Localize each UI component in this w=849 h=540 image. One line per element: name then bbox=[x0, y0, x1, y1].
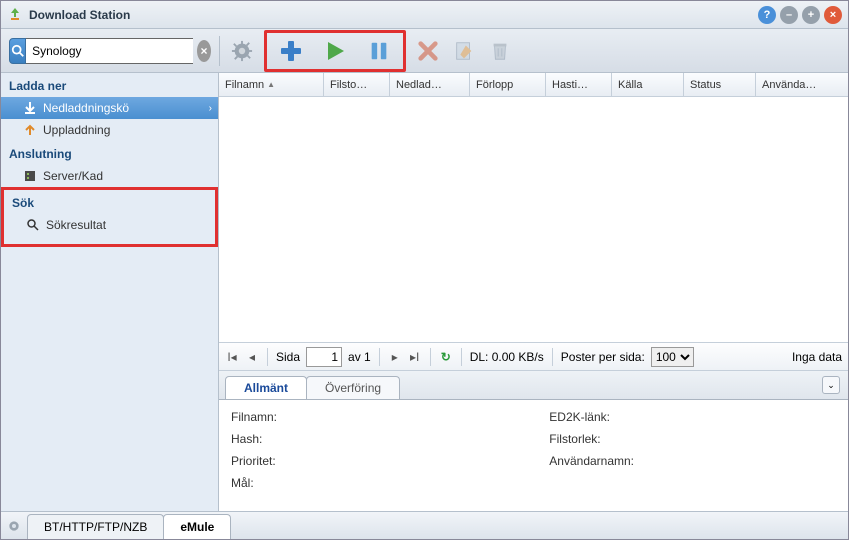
minimize-button[interactable]: – bbox=[780, 6, 798, 24]
pager: I◂ ◂ Sida av 1 ▸ ▸I ↻ DL: 0.00 KB/s Post… bbox=[219, 342, 848, 370]
detail-username-label: Användarnamn: bbox=[549, 454, 827, 468]
sort-asc-icon: ▲ bbox=[267, 80, 275, 89]
pager-prev-button[interactable]: ◂ bbox=[245, 350, 259, 364]
grid-col-filename[interactable]: Filnamn▲ bbox=[219, 73, 324, 96]
grid-col-speed[interactable]: Hasti… bbox=[546, 73, 612, 96]
delete-button[interactable] bbox=[414, 37, 442, 65]
app-window: Download Station ? – + × × bbox=[0, 0, 849, 540]
trash-icon bbox=[489, 40, 511, 62]
pager-next-button[interactable]: ▸ bbox=[388, 350, 402, 364]
search-button[interactable] bbox=[9, 38, 26, 64]
settings-button[interactable] bbox=[228, 37, 256, 65]
detail-ed2k-label: ED2K-länk: bbox=[549, 410, 827, 424]
search-icon bbox=[11, 44, 25, 58]
pager-perpage-select[interactable]: 100 bbox=[651, 347, 694, 367]
pager-perpage-label: Poster per sida: bbox=[561, 350, 645, 364]
pager-status: Inga data bbox=[792, 350, 842, 364]
pause-button[interactable] bbox=[365, 37, 393, 65]
detail-col-left: Filnamn: Hash: Prioritet: Mål: bbox=[231, 410, 509, 501]
detail-priority-label: Prioritet: bbox=[231, 454, 509, 468]
search-clear-button[interactable]: × bbox=[197, 40, 211, 62]
chevron-right-icon: › bbox=[209, 103, 212, 114]
detail-col-right: ED2K-länk: Filstorlek: Användarnamn: bbox=[549, 410, 827, 501]
search-icon bbox=[26, 218, 40, 232]
titlebar: Download Station ? – + × bbox=[1, 1, 848, 29]
footer-tab-bt[interactable]: BT/HTTP/FTP/NZB bbox=[27, 514, 164, 539]
detail-hash-label: Hash: bbox=[231, 432, 509, 446]
detail-filesize-label: Filstorlek: bbox=[549, 432, 827, 446]
sidebar-item-search-results[interactable]: Sökresultat bbox=[4, 214, 215, 236]
grid-col-status[interactable]: Status bbox=[684, 73, 756, 96]
help-button[interactable]: ? bbox=[758, 6, 776, 24]
play-icon bbox=[323, 39, 347, 63]
delete-icon bbox=[417, 40, 439, 62]
window-title: Download Station bbox=[29, 8, 758, 22]
titlebar-buttons: ? – + × bbox=[758, 6, 842, 24]
sidebar: Ladda ner Nedladdningskö › Uppladdning A… bbox=[1, 73, 219, 511]
pager-page-input[interactable] bbox=[306, 347, 342, 367]
detail-tab-transfer[interactable]: Överföring bbox=[306, 376, 400, 399]
upload-icon bbox=[23, 123, 37, 137]
toolbar-divider bbox=[219, 36, 220, 66]
detail-tab-general[interactable]: Allmänt bbox=[225, 376, 307, 399]
server-icon bbox=[23, 169, 37, 183]
pager-refresh-button[interactable]: ↻ bbox=[439, 350, 453, 364]
toolbar: × bbox=[1, 29, 848, 73]
grid-col-source[interactable]: Källa bbox=[612, 73, 684, 96]
action-button-group bbox=[264, 30, 406, 72]
grid-col-downloaded[interactable]: Nedlad… bbox=[390, 73, 470, 96]
detail-target-label: Mål: bbox=[231, 476, 509, 490]
app-icon bbox=[7, 7, 23, 23]
grid-col-filesize[interactable]: Filsto… bbox=[324, 73, 390, 96]
sidebar-section-connection: Anslutning Server/Kad bbox=[1, 141, 218, 187]
pager-first-button[interactable]: I◂ bbox=[225, 350, 239, 364]
sidebar-item-label: Nedladdningskö bbox=[43, 101, 129, 115]
download-icon bbox=[23, 101, 37, 115]
start-button[interactable] bbox=[321, 37, 349, 65]
sidebar-item-label: Server/Kad bbox=[43, 169, 103, 183]
sidebar-title-search: Sök bbox=[4, 190, 215, 214]
detail-collapse-button[interactable]: ⌄ bbox=[822, 376, 840, 394]
sidebar-section-search: Sök Sökresultat bbox=[1, 187, 218, 247]
plus-icon bbox=[279, 39, 303, 63]
footer-settings-button[interactable] bbox=[1, 518, 27, 534]
gear-icon bbox=[231, 40, 253, 62]
footer: BT/HTTP/FTP/NZB eMule bbox=[1, 511, 848, 539]
sidebar-item-label: Sökresultat bbox=[46, 218, 106, 232]
search-wrap: × bbox=[9, 38, 211, 64]
clear-button[interactable] bbox=[486, 37, 514, 65]
grid-col-user[interactable]: Använda… bbox=[756, 73, 848, 96]
gear-icon bbox=[6, 518, 22, 534]
pause-icon bbox=[368, 39, 390, 63]
detail-panel: Allmänt Överföring ⌄ Filnamn: Hash: Prio… bbox=[219, 370, 848, 511]
pager-last-button[interactable]: ▸I bbox=[408, 350, 422, 364]
detail-tabs: Allmänt Överföring ⌄ bbox=[219, 371, 848, 399]
footer-tab-emule[interactable]: eMule bbox=[163, 514, 231, 539]
pager-dl-label: DL: 0.00 KB/s bbox=[470, 350, 544, 364]
edit-icon bbox=[453, 40, 475, 62]
sidebar-item-upload[interactable]: Uppladdning bbox=[1, 119, 218, 141]
detail-filename-label: Filnamn: bbox=[231, 410, 509, 424]
search-input[interactable] bbox=[26, 38, 193, 64]
close-button[interactable]: × bbox=[824, 6, 842, 24]
pager-page-label: Sida bbox=[276, 350, 300, 364]
sidebar-item-server-kad[interactable]: Server/Kad bbox=[1, 165, 218, 187]
detail-body: Filnamn: Hash: Prioritet: Mål: ED2K-länk… bbox=[219, 399, 848, 511]
sidebar-section-download: Ladda ner Nedladdningskö › Uppladdning bbox=[1, 73, 218, 141]
chevron-double-down-icon: ⌄ bbox=[827, 380, 835, 391]
grid-header: Filnamn▲ Filsto… Nedlad… Förlopp Hasti… … bbox=[219, 73, 848, 97]
body: Ladda ner Nedladdningskö › Uppladdning A… bbox=[1, 73, 848, 511]
sidebar-item-label: Uppladdning bbox=[43, 123, 110, 137]
pager-of-label: av 1 bbox=[348, 350, 371, 364]
main-panel: Filnamn▲ Filsto… Nedlad… Förlopp Hasti… … bbox=[219, 73, 848, 511]
sidebar-title-download: Ladda ner bbox=[1, 73, 218, 97]
add-button[interactable] bbox=[277, 37, 305, 65]
grid-body bbox=[219, 97, 848, 342]
sidebar-title-connection: Anslutning bbox=[1, 141, 218, 165]
maximize-button[interactable]: + bbox=[802, 6, 820, 24]
grid-col-progress[interactable]: Förlopp bbox=[470, 73, 546, 96]
edit-button[interactable] bbox=[450, 37, 478, 65]
sidebar-item-download-queue[interactable]: Nedladdningskö › bbox=[1, 97, 218, 119]
